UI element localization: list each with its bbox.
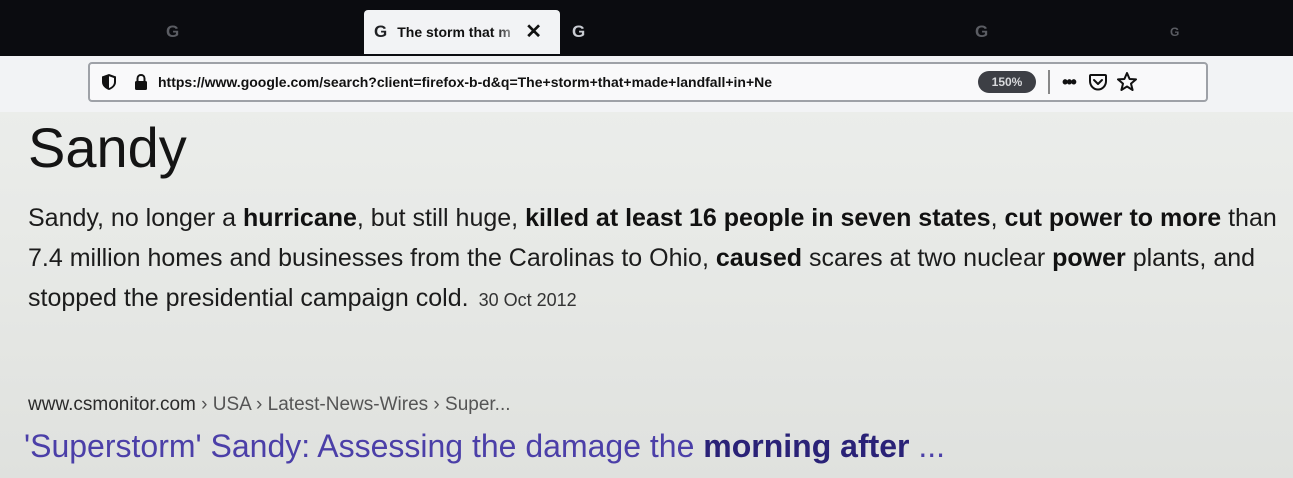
snippet-text: , [990, 204, 1005, 232]
result-title-link[interactable]: 'Superstorm' Sandy: Assessing the damage… [24, 428, 945, 465]
lock-icon[interactable] [134, 74, 148, 90]
source-breadcrumb[interactable]: www.csmonitor.com › USA › Latest-News-Wi… [28, 394, 511, 416]
browser-window: G G The storm that m ✕ G G G https://www… [0, 0, 1293, 478]
pocket-icon[interactable] [1088, 73, 1107, 91]
tab-strip: G G The storm that m ✕ G G G [0, 0, 1293, 56]
tab-google-1[interactable]: G [166, 10, 196, 54]
google-favicon-icon: G [975, 22, 989, 41]
result-title-highlight: morning after [703, 428, 910, 464]
snippet-highlight: caused [715, 244, 803, 272]
featured-snippet-text: Sandy, no longer a hurricane, but still … [28, 198, 1278, 320]
tab-active[interactable]: G The storm that m ✕ [364, 10, 560, 54]
url-bar[interactable]: https://www.google.com/search?client=fir… [88, 62, 1208, 102]
bookmark-star-icon[interactable] [1116, 72, 1137, 92]
source-path: › USA › Latest-News-Wires › Super... [195, 394, 511, 415]
tab-google-4[interactable]: G [975, 10, 1005, 54]
tracking-shield-icon[interactable] [102, 74, 116, 90]
google-favicon-icon: G [572, 22, 586, 41]
search-results-page: Sandy Sandy, no longer a hurricane, but … [0, 112, 1293, 478]
snippet-highlight: power [1052, 244, 1126, 272]
snippet-date: 30 Oct 2012 [478, 290, 577, 310]
source-domain: www.csmonitor.com [28, 394, 196, 415]
snippet-highlight: killed at least 16 people in seven state… [525, 204, 991, 232]
google-favicon-icon: G [1170, 25, 1180, 39]
tab-google-3[interactable]: G [572, 10, 612, 54]
close-tab-icon[interactable]: ✕ [525, 22, 542, 42]
page-actions-icon[interactable]: ••• [1062, 73, 1077, 91]
tab-google-5[interactable]: G [1170, 10, 1200, 54]
result-title-part: ... [909, 428, 946, 464]
url-bar-divider [1048, 70, 1050, 94]
result-title-part: 'Superstorm' Sandy: Assessing the damage… [24, 428, 704, 464]
navigation-toolbar: https://www.google.com/search?client=fir… [0, 56, 1293, 112]
snippet-text: Sandy, no longer a [28, 204, 243, 232]
google-favicon-icon: G [166, 22, 180, 41]
google-favicon-icon: G [374, 22, 388, 41]
snippet-text: , but still huge, [356, 204, 526, 232]
snippet-text: scares at two nuclear [802, 244, 1053, 272]
snippet-highlight: cut power to more [1004, 204, 1222, 232]
featured-answer-title: Sandy [28, 116, 187, 179]
url-text[interactable]: https://www.google.com/search?client=fir… [158, 74, 948, 90]
zoom-level-badge[interactable]: 150% [978, 71, 1036, 93]
snippet-highlight: hurricane [242, 204, 357, 232]
tab-title: The storm that m [397, 24, 511, 40]
